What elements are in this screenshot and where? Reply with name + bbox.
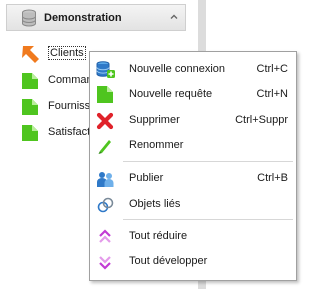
tree-item-fournisseurs[interactable]: Fourniss [22,99,92,115]
menu-item-renommer[interactable]: Renommer [90,134,296,156]
tree-item-label: Fourniss [48,100,91,112]
menu-item-label: Publier [129,172,164,184]
green-page-icon [22,99,38,118]
linked-rings-icon [96,196,114,213]
group-header[interactable]: Demonstration [6,4,186,31]
database-add-icon [96,61,115,78]
users-icon [96,170,114,187]
menu-item-label: Nouvelle requête [129,88,213,100]
tree-item-satisfaction[interactable]: Satisfact [22,125,92,141]
group-title: Demonstration [44,12,122,24]
menu-separator [123,161,293,162]
menu-item-label: Objets liés [129,198,181,210]
menu-item-nouvelle-connexion[interactable]: Nouvelle connexion Ctrl+C [90,58,296,80]
tree-item-commandes[interactable]: Comman [22,73,93,92]
chevron-up-icon[interactable] [169,12,179,25]
cursor-arrow-icon [22,46,42,67]
menu-item-shortcut: Ctrl+N [256,88,288,100]
menu-item-publier[interactable]: Publier Ctrl+B [90,167,296,189]
menu-item-shortcut: Ctrl+Suppr [235,114,288,126]
menu-item-label: Tout réduire [129,230,188,242]
tree-item-label: Comman [48,74,93,86]
menu-item-label: Tout développer [129,255,208,267]
collapse-all-icon [96,228,114,244]
menu-item-label: Nouvelle connexion [129,63,226,75]
green-page-icon [96,86,114,103]
red-x-icon [96,112,114,130]
menu-separator [123,219,293,220]
menu-item-supprimer[interactable]: Supprimer Ctrl+Suppr [90,109,296,131]
menu-item-shortcut: Ctrl+C [256,63,288,75]
green-page-icon [22,73,38,92]
tree-item-label: Clients [48,46,86,60]
menu-item-shortcut: Ctrl+B [257,172,288,184]
menu-item-tout-reduire[interactable]: Tout réduire [90,225,296,247]
menu-item-nouvelle-requete[interactable]: Nouvelle requête Ctrl+N [90,83,296,105]
menu-item-label: Supprimer [129,114,180,126]
expand-all-icon [96,253,114,270]
menu-item-objets-lies[interactable]: Objets liés [90,193,296,215]
green-page-icon [22,125,38,144]
database-icon [21,9,37,30]
pencil-icon [96,137,114,154]
context-menu: Nouvelle connexion Ctrl+C Nouvelle requê… [89,51,297,281]
tree-item-label: Satisfact [48,126,91,138]
menu-item-tout-developper[interactable]: Tout développer [90,250,296,272]
menu-item-label: Renommer [129,139,184,151]
